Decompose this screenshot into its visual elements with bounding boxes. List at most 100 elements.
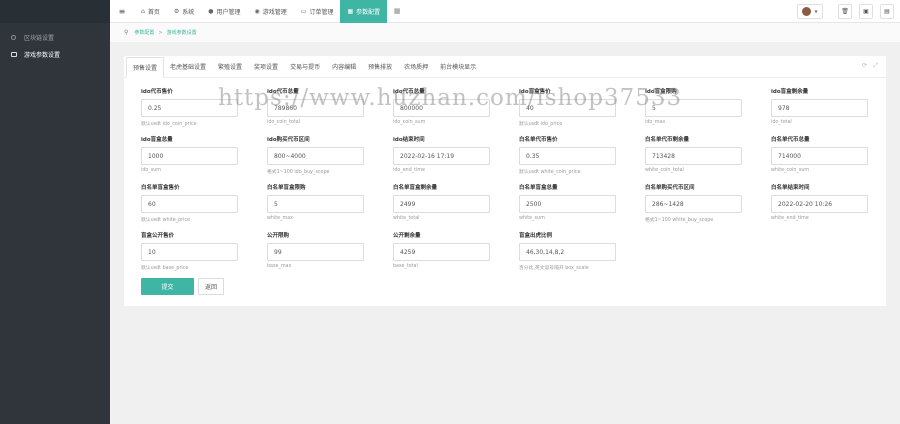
field-input[interactable]: 2499 [393,195,490,213]
nav-item-config[interactable]: ▦ 参数配置 [340,0,388,23]
monitor-icon [10,51,17,58]
field-hint: 默认usdt base_price [141,266,189,271]
tab-farm-staking[interactable]: 农场质押 [398,56,434,77]
form-field: 盲盒出虎比例 46,30,14,8,2 百分比,英文逗号隔开 box_scale [519,232,619,271]
panel-toggle-icon[interactable]: ▤ [880,4,894,19]
field-hint: white_sum [519,216,545,221]
breadcrumb-item[interactable]: 游戏参数设置 [167,29,197,36]
form-field: ido结束时间 2022-02-16 17:19 ido_end_time [393,136,493,173]
field-input[interactable]: 46,30,14,8,2 [519,243,616,261]
expand-icon[interactable]: ⤢ [873,62,878,70]
field-hint: white_end_time [771,216,809,221]
nav-item-users[interactable]: ● 用户管理 [201,0,247,23]
back-button[interactable]: 返回 [198,278,224,295]
tab-presale[interactable]: 预售设置 [126,57,165,78]
form-actions: 提交 返回 [141,278,224,295]
field-label: ido盲盒限购 [645,89,677,95]
form-field: ido代币售价 0.25 默认usdt ido_coin_price [141,88,241,127]
field-input[interactable]: 10 [141,243,238,261]
field-label: 白名单盲盒限购 [267,185,306,191]
fullscreen-icon[interactable]: ▣ [859,4,873,19]
tab-rewards[interactable]: 奖项设置 [248,56,284,77]
gamepad-icon: ◉ [254,7,260,15]
field-label: 白名单盲盒剩余量 [393,185,438,191]
field-input[interactable]: 40 [519,99,616,117]
form-field: 白名单代币剩余量 713428 white_coin_total [645,136,745,173]
field-hint: 格式1~100 ido_buy_scope [267,170,330,175]
submit-button[interactable]: 提交 [141,278,194,295]
field-hint: ido_end_time [393,168,425,173]
tab-bar: 预售设置 老虎基础设置 繁殖设置 奖项设置 交易与提币 内容编辑 预售排放 农场… [124,56,886,78]
field-input[interactable]: 789860 [267,99,364,117]
tab-trade-withdraw[interactable]: 交易与提币 [284,56,326,77]
field-hint: 默认usdt ido_coin_price [141,122,197,127]
top-nav: ≡ ⌂ 首页 ⚙ 系统 ● 用户管理 ◉ 游戏管理 ▭ 订单管理 ▦ 参数配置 … [110,0,900,23]
field-label: ido代币售价 [141,89,173,95]
field-input[interactable]: 0.25 [141,99,238,117]
nav-item-system[interactable]: ⚙ 系统 [167,0,201,23]
field-label: 白名单代币售价 [519,137,558,143]
top-right-tools: ▼ 🗑 ▣ ▤ [797,4,894,19]
field-label: ido结束时间 [393,137,425,143]
field-label: 公开限购 [267,233,290,239]
form-field: ido购买代币区间 800~4000 格式1~100 ido_buy_scope [267,136,367,175]
field-label: 公开剩余量 [393,233,421,239]
menu-toggle-icon[interactable]: ≡ [110,0,134,23]
user-menu[interactable]: ▼ [797,4,823,19]
field-label: ido代币总量 [393,89,425,95]
field-input[interactable]: 0.35 [519,147,616,165]
field-label: 白名单代币总量 [771,137,810,143]
tab-content-edit[interactable]: 内容编辑 [326,56,362,77]
form-field: 白名单盲盒剩余量 2499 white_total [393,184,493,221]
field-input[interactable]: 2500 [519,195,616,213]
trash-icon[interactable]: 🗑 [838,4,852,19]
field-input[interactable]: 60 [141,195,238,213]
form-field: 白名单盲盒限购 5 white_max [267,184,367,221]
tab-tiger-basic[interactable]: 老虎基础设置 [164,56,212,77]
logo-area [0,0,110,23]
field-input[interactable]: 286~1428 [645,195,742,213]
form-field: 公开限购 99 base_max [267,232,367,269]
nav-label: 订单管理 [309,8,334,16]
nav-item-orders[interactable]: ▭ 订单管理 [294,0,341,23]
field-hint: white_coin_total [645,168,684,173]
tab-presale-release[interactable]: 预售排放 [362,56,398,77]
breadcrumb-item[interactable]: 参数配置 [134,29,154,36]
field-hint: white_total [393,216,420,221]
form-field: 白名单盲盒总量 2500 white_sum [519,184,619,221]
field-input[interactable]: 5 [267,195,364,213]
refresh-icon[interactable]: ⟳ [862,62,867,70]
user-icon: ● [208,7,214,15]
settings-panel: 预售设置 老虎基础设置 繁殖设置 奖项设置 交易与提币 内容编辑 预售排放 农场… [124,56,886,306]
field-input[interactable]: 5 [645,99,742,117]
sidebar-item-label: 区块链设置 [24,35,55,42]
form-field: 白名单盲盒售价 60 默认usdt white_price [141,184,241,223]
nav-item-home[interactable]: ⌂ 首页 [134,0,167,23]
sidebar-item-label: 游戏参数设置 [24,52,61,59]
tab-breeding[interactable]: 繁殖设置 [212,56,248,77]
sidebar-item-blockchain[interactable]: 区块链设置 [0,29,110,46]
field-input[interactable]: 800~4000 [267,147,364,165]
field-input[interactable]: 4259 [393,243,490,261]
field-input[interactable]: 714000 [771,147,868,165]
field-input[interactable]: 713428 [645,147,742,165]
field-input[interactable]: 2022-02-16 17:19 [393,147,490,165]
nav-item-games[interactable]: ◉ 游戏管理 [248,0,294,23]
field-input[interactable]: 2022-02-20 10:26 [771,195,868,213]
field-hint: ido_sum [141,168,161,173]
apps-grid-icon[interactable]: ▦ [387,0,407,23]
nav-label: 参数配置 [356,8,381,16]
nav-label: 首页 [147,8,160,16]
sidebar-item-game-params[interactable]: 游戏参数设置 [0,46,110,63]
field-input[interactable]: 978 [771,99,868,117]
field-input[interactable]: 1000 [141,147,238,165]
tab-frontend-modules[interactable]: 前台模块显示 [434,56,482,77]
form-field: 公开剩余量 4259 base_total [393,232,493,269]
form-field: ido盲盒剩余量 978 ido_total [771,88,871,125]
field-input[interactable]: 800000 [393,99,490,117]
field-hint: 默认usdt white_coin_price [519,170,581,175]
field-label: ido购买代币区间 [267,137,310,143]
form-field: 白名单购买代币区间 286~1428 格式1~100 white_buy_scope [645,184,745,223]
field-input[interactable]: 99 [267,243,364,261]
form-field: ido代币总量 789860 ido_coin_total [267,88,367,125]
